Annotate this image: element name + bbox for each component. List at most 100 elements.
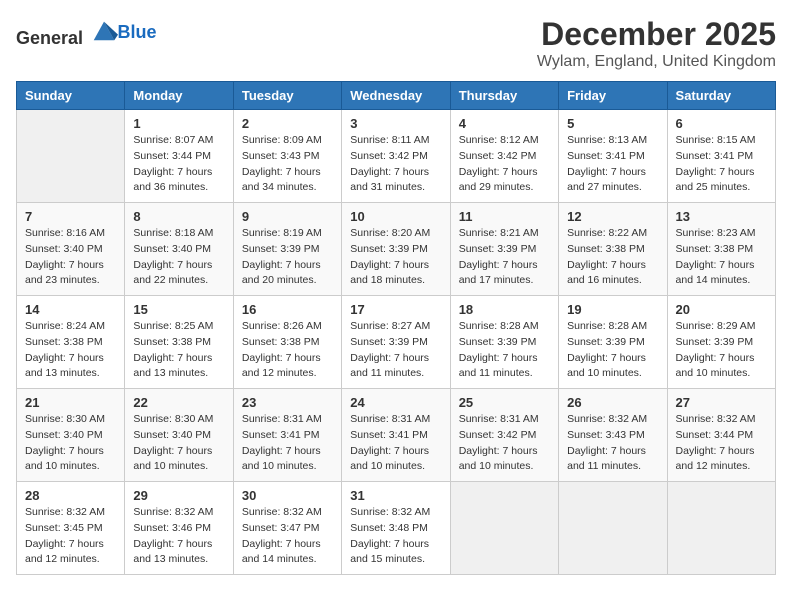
day-number: 21 [25,395,116,410]
day-detail: Sunrise: 8:28 AM Sunset: 3:39 PM Dayligh… [459,319,550,382]
column-header-thursday: Thursday [450,82,558,110]
day-cell: 8 Sunrise: 8:18 AM Sunset: 3:40 PM Daylig… [125,203,233,296]
day-detail: Sunrise: 8:27 AM Sunset: 3:39 PM Dayligh… [350,319,441,382]
day-cell: 17 Sunrise: 8:27 AM Sunset: 3:39 PM Dayli… [342,296,450,389]
day-detail: Sunrise: 8:32 AM Sunset: 3:47 PM Dayligh… [242,505,333,568]
day-number: 13 [676,209,767,224]
column-header-friday: Friday [559,82,667,110]
day-cell: 30 Sunrise: 8:32 AM Sunset: 3:47 PM Dayli… [233,482,341,575]
day-number: 8 [133,209,224,224]
day-number: 4 [459,116,550,131]
day-cell: 29Sunrise: 8:32 AM Sunset: 3:46 PM Dayli… [125,482,233,575]
day-cell: 16Sunrise: 8:26 AM Sunset: 3:38 PM Dayli… [233,296,341,389]
day-detail: Sunrise: 8:22 AM Sunset: 3:38 PM Dayligh… [567,226,658,289]
day-cell: 2 Sunrise: 8:09 AM Sunset: 3:43 PM Daylig… [233,110,341,203]
day-cell: 15 Sunrise: 8:25 AM Sunset: 3:38 PM Dayli… [125,296,233,389]
column-header-wednesday: Wednesday [342,82,450,110]
day-cell: 28 Sunrise: 8:32 AM Sunset: 3:45 PM Dayli… [17,482,125,575]
day-cell: 10 Sunrise: 8:20 AM Sunset: 3:39 PM Dayli… [342,203,450,296]
logo-blue: Blue [118,22,157,42]
day-number: 30 [242,488,333,503]
location-title: Wylam, England, United Kingdom [537,53,776,71]
day-detail: Sunrise: 8:21 AM Sunset: 3:39 PM Dayligh… [459,226,550,289]
day-detail: Sunrise: 8:32 AM Sunset: 3:43 PM Dayligh… [567,412,658,475]
header-row: SundayMondayTuesdayWednesdayThursdayFrid… [17,82,776,110]
day-cell: 27 Sunrise: 8:32 AM Sunset: 3:44 PM Dayli… [667,389,775,482]
column-header-tuesday: Tuesday [233,82,341,110]
day-number: 2 [242,116,333,131]
day-number: 14 [25,302,116,317]
logo-icon [90,16,118,44]
day-detail: Sunrise: 8:15 AM Sunset: 3:41 PM Dayligh… [676,133,767,196]
day-detail: Sunrise: 8:13 AM Sunset: 3:41 PM Dayligh… [567,133,658,196]
day-cell: 18 Sunrise: 8:28 AM Sunset: 3:39 PM Dayli… [450,296,558,389]
day-number: 19 [567,302,658,317]
day-number: 6 [676,116,767,131]
week-row-2: 7Sunrise: 8:16 AM Sunset: 3:40 PM Daylig… [17,203,776,296]
day-detail: Sunrise: 8:28 AM Sunset: 3:39 PM Dayligh… [567,319,658,382]
day-detail: Sunrise: 8:31 AM Sunset: 3:41 PM Dayligh… [350,412,441,475]
day-cell: 25Sunrise: 8:31 AM Sunset: 3:42 PM Dayli… [450,389,558,482]
day-cell: 5 Sunrise: 8:13 AM Sunset: 3:41 PM Daylig… [559,110,667,203]
day-number: 15 [133,302,224,317]
day-detail: Sunrise: 8:25 AM Sunset: 3:38 PM Dayligh… [133,319,224,382]
day-cell: 19 Sunrise: 8:28 AM Sunset: 3:39 PM Dayli… [559,296,667,389]
day-number: 22 [133,395,224,410]
day-cell: 4 Sunrise: 8:12 AM Sunset: 3:42 PM Daylig… [450,110,558,203]
day-detail: Sunrise: 8:26 AM Sunset: 3:38 PM Dayligh… [242,319,333,382]
day-number: 24 [350,395,441,410]
day-cell: 14 Sunrise: 8:24 AM Sunset: 3:38 PM Dayli… [17,296,125,389]
day-detail: Sunrise: 8:12 AM Sunset: 3:42 PM Dayligh… [459,133,550,196]
calendar-body: 1 Sunrise: 8:07 AM Sunset: 3:44 PM Daylig… [17,110,776,575]
day-number: 10 [350,209,441,224]
day-cell: 3 Sunrise: 8:11 AM Sunset: 3:42 PM Daylig… [342,110,450,203]
logo: General Blue [16,16,157,49]
day-number: 9 [242,209,333,224]
day-number: 7 [25,209,116,224]
day-detail: Sunrise: 8:20 AM Sunset: 3:39 PM Dayligh… [350,226,441,289]
day-detail: Sunrise: 8:09 AM Sunset: 3:43 PM Dayligh… [242,133,333,196]
day-number: 28 [25,488,116,503]
column-header-monday: Monday [125,82,233,110]
week-row-3: 14 Sunrise: 8:24 AM Sunset: 3:38 PM Dayli… [17,296,776,389]
day-cell: 6 Sunrise: 8:15 AM Sunset: 3:41 PM Daylig… [667,110,775,203]
day-cell: 7Sunrise: 8:16 AM Sunset: 3:40 PM Daylig… [17,203,125,296]
calendar-header: SundayMondayTuesdayWednesdayThursdayFrid… [17,82,776,110]
day-cell: 24 Sunrise: 8:31 AM Sunset: 3:41 PM Dayli… [342,389,450,482]
day-number: 3 [350,116,441,131]
week-row-4: 21 Sunrise: 8:30 AM Sunset: 3:40 PM Dayli… [17,389,776,482]
day-detail: Sunrise: 8:11 AM Sunset: 3:42 PM Dayligh… [350,133,441,196]
day-cell [450,482,558,575]
day-number: 27 [676,395,767,410]
day-cell: 20Sunrise: 8:29 AM Sunset: 3:39 PM Dayli… [667,296,775,389]
day-detail: Sunrise: 8:24 AM Sunset: 3:38 PM Dayligh… [25,319,116,382]
day-detail: Sunrise: 8:31 AM Sunset: 3:41 PM Dayligh… [242,412,333,475]
day-detail: Sunrise: 8:07 AM Sunset: 3:44 PM Dayligh… [133,133,224,196]
day-cell: 22 Sunrise: 8:30 AM Sunset: 3:40 PM Dayli… [125,389,233,482]
day-cell: 21Sunrise: 8:30 AM Sunset: 3:40 PM Dayli… [17,389,125,482]
day-cell: 9Sunrise: 8:19 AM Sunset: 3:39 PM Daylig… [233,203,341,296]
page-header: General Blue December 2025 Wylam, Englan… [16,16,776,71]
column-header-saturday: Saturday [667,82,775,110]
day-number: 5 [567,116,658,131]
day-detail: Sunrise: 8:32 AM Sunset: 3:45 PM Dayligh… [25,505,116,568]
day-number: 11 [459,209,550,224]
day-cell: 12Sunrise: 8:22 AM Sunset: 3:38 PM Dayli… [559,203,667,296]
day-cell: 26Sunrise: 8:32 AM Sunset: 3:43 PM Dayli… [559,389,667,482]
day-number: 17 [350,302,441,317]
calendar-table: SundayMondayTuesdayWednesdayThursdayFrid… [16,81,776,575]
day-number: 29 [133,488,224,503]
day-cell: 31Sunrise: 8:32 AM Sunset: 3:48 PM Dayli… [342,482,450,575]
day-detail: Sunrise: 8:32 AM Sunset: 3:44 PM Dayligh… [676,412,767,475]
day-detail: Sunrise: 8:30 AM Sunset: 3:40 PM Dayligh… [133,412,224,475]
logo-general: General [16,28,83,48]
day-number: 23 [242,395,333,410]
day-cell [559,482,667,575]
day-detail: Sunrise: 8:18 AM Sunset: 3:40 PM Dayligh… [133,226,224,289]
week-row-1: 1 Sunrise: 8:07 AM Sunset: 3:44 PM Daylig… [17,110,776,203]
day-number: 1 [133,116,224,131]
day-number: 18 [459,302,550,317]
day-detail: Sunrise: 8:32 AM Sunset: 3:48 PM Dayligh… [350,505,441,568]
week-row-5: 28 Sunrise: 8:32 AM Sunset: 3:45 PM Dayli… [17,482,776,575]
month-title: December 2025 [537,16,776,53]
